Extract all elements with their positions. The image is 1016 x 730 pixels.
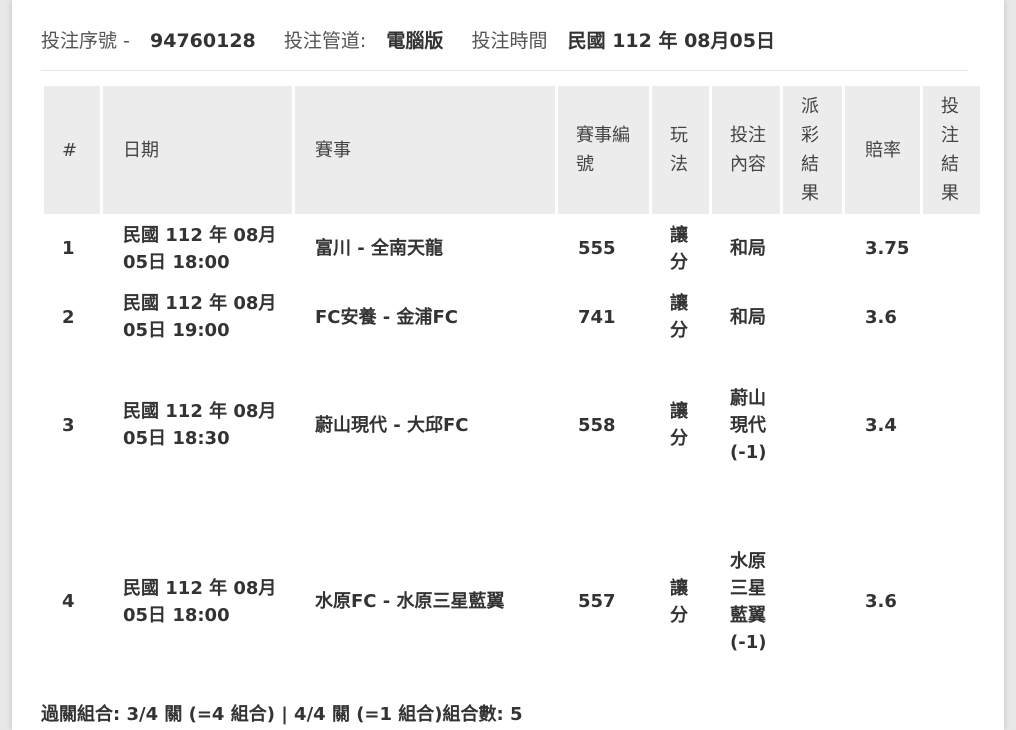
row-code: 555 [578,238,616,259]
row-code: 741 [578,306,616,328]
header-code: 賽事編號 [558,86,649,214]
channel-value: 電腦版 [386,30,444,52]
row-code: 558 [578,414,616,436]
header-odds: 賠率 [845,86,920,214]
row-date-line1: 民國 112 年 08月 [123,224,277,246]
header-date: 日期 [103,86,292,214]
serial-value: 94760128 [150,30,256,52]
time-value: 民國 112 年 08月05日 [567,30,775,52]
header-content: 投注內容 [712,86,780,214]
row-dispatch [783,499,842,704]
channel-label: 投注管道: [283,30,367,52]
row-result [923,499,980,704]
divider [41,70,968,71]
row-play: 讓分 [670,224,688,273]
row-date-line1: 民國 112 年 08月 [123,577,277,599]
table-row: 3 民國 112 年 08月 05日 18:30 蔚山現代 - 大邱FC 558 … [44,351,980,499]
row-match: 富川 - 全南天龍 [315,238,444,259]
row-play: 讓分 [670,401,688,449]
row-date-line2: 05日 18:00 [123,251,230,273]
header-match: 賽事 [295,86,555,214]
row-odds: 3.6 [865,591,897,612]
row-date: 民國 112 年 08月 05日 18:00 [103,214,292,283]
row-content: 和局 [730,238,766,259]
row-date-line1: 民國 112 年 08月 [123,293,277,314]
table-row: 1 民國 112 年 08月 05日 18:00 富川 - 全南天龍 555 讓分… [44,214,980,283]
row-code: 557 [578,591,616,612]
row-date-line2: 05日 19:00 [123,320,230,341]
header-result: 投注結果 [923,86,980,214]
row-result [923,214,980,283]
row-date: 民國 112 年 08月 05日 18:00 [103,499,292,704]
table-row: 2 民國 112 年 08月 05日 19:00 FC安養 - 金浦FC 741 … [44,283,980,351]
row-match: 水原FC - 水原三星藍翼 [315,591,505,612]
row-num: 2 [62,306,75,328]
header-num: # [44,86,100,214]
row-date: 民國 112 年 08月 05日 18:30 [103,351,292,499]
row-content: 水原三星藍翼(-1) [730,550,767,653]
serial-label: 投注序號 - [41,30,130,52]
row-date-line2: 05日 18:00 [123,604,230,626]
row-content: 蔚山現代(-1) [730,387,767,463]
table-header-row: # 日期 賽事 賽事編號 玩法 投注內容 派彩結果 賠率 投注結果 [44,86,980,214]
header-play: 玩法 [652,86,709,214]
bet-info-bar: 投注序號 - 94760128 投注管道: 電腦版 投注時間 民國 112 年 … [41,26,968,56]
row-odds: 3.4 [865,414,897,436]
row-match: 蔚山現代 - 大邱FC [315,414,469,436]
row-num: 1 [62,238,75,259]
row-odds: 3.75 [865,238,910,259]
row-num: 4 [62,591,75,612]
row-result [923,351,980,499]
table-row: 4 民國 112 年 08月 05日 18:00 水原FC - 水原三星藍翼 55… [44,499,980,704]
row-dispatch [783,283,842,351]
row-result [923,283,980,351]
row-odds: 3.6 [865,306,897,328]
row-date-line2: 05日 18:30 [123,428,230,449]
bet-detail-card: 投注序號 - 94760128 投注管道: 電腦版 投注時間 民國 112 年 … [12,0,1004,730]
bet-table: # 日期 賽事 賽事編號 玩法 投注內容 派彩結果 賠率 投注結果 1 民國 1… [41,86,983,704]
parlay-summary: 過關組合: 3/4 關 (=4 組合) | 4/4 關 (=1 組合)組合數: … [41,704,523,725]
row-dispatch [783,214,842,283]
header-dispatch: 派彩結果 [783,86,842,214]
time-label: 投注時間 [471,30,548,52]
row-match: FC安養 - 金浦FC [315,306,459,328]
row-dispatch [783,351,842,499]
row-play: 讓分 [670,293,688,341]
row-content: 和局 [730,306,766,328]
row-play: 讓分 [670,577,688,626]
row-date-line1: 民國 112 年 08月 [123,401,277,422]
row-date: 民國 112 年 08月 05日 19:00 [103,283,292,351]
row-num: 3 [62,414,75,436]
